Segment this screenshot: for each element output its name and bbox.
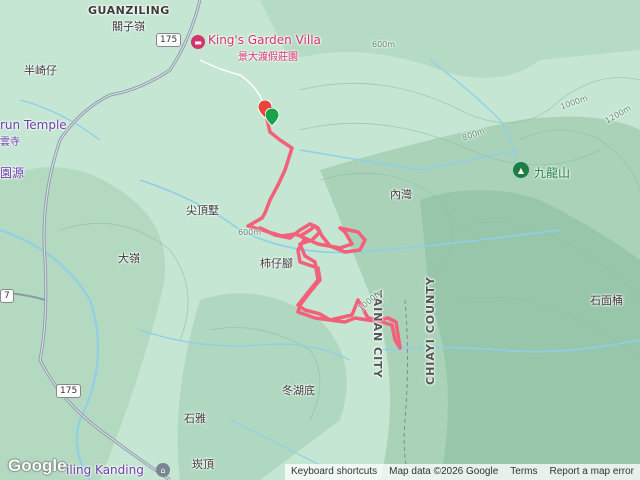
contour-label-600-b: 600m [238, 228, 262, 237]
road-7-shield: 7 [0, 289, 14, 303]
label-temple-en[interactable]: run Temple [0, 118, 67, 132]
label-villa-en[interactable]: King's Garden Villa [208, 33, 321, 47]
label-guanziling-en: GUANZILING [88, 4, 170, 17]
label-kanding-zh: 崁頂 [192, 458, 214, 471]
end-marker[interactable] [264, 107, 280, 127]
report-error-link[interactable]: Report a map error [544, 464, 640, 480]
map-data-text: Map data ©2026 Google [389, 466, 499, 477]
label-jiulongshan[interactable]: 九龍山 [534, 164, 570, 181]
label-kanding-en[interactable]: iling Kanding [66, 463, 144, 477]
road-175-shield-top: 175 [156, 33, 182, 47]
contour-label-600-a: 600m [372, 40, 396, 49]
keyboard-shortcuts-link[interactable]: Keyboard shortcuts [285, 464, 383, 480]
label-daling: 大嶺 [118, 252, 140, 265]
park-icon[interactable]: ▲ [513, 162, 529, 178]
label-yuan: 園源 [0, 166, 25, 180]
label-donghudi: 冬湖底 [282, 384, 315, 397]
label-shizi: 柿仔腳 [260, 257, 293, 270]
map-footer: Keyboard shortcuts Map data ©2026 Google… [284, 464, 640, 480]
label-chiayi-county: CHIAYI COUNTY [424, 276, 437, 385]
label-villa-zh: 景大渡假莊園 [238, 52, 298, 63]
temple-icon[interactable]: ⌂ [156, 463, 170, 477]
label-jianding: 尖頂墅 [186, 204, 219, 217]
hotel-icon[interactable]: ▬ [191, 35, 205, 49]
label-temple-zh: 雲寺 [0, 137, 20, 148]
label-banqizai: 半崎仔 [24, 64, 57, 77]
label-guanziling-zh: 關子嶺 [112, 20, 145, 33]
label-shimiantong: 石面桶 [590, 294, 623, 307]
road-175-shield-bottom: 175 [56, 384, 82, 398]
green-pin-icon [264, 107, 280, 127]
terrain-map[interactable] [0, 0, 640, 480]
terms-link[interactable]: Terms [504, 464, 543, 480]
google-logo[interactable]: Google [8, 456, 67, 476]
label-neiwan: 內灣 [390, 188, 412, 201]
label-shiya: 石雅 [184, 412, 206, 425]
